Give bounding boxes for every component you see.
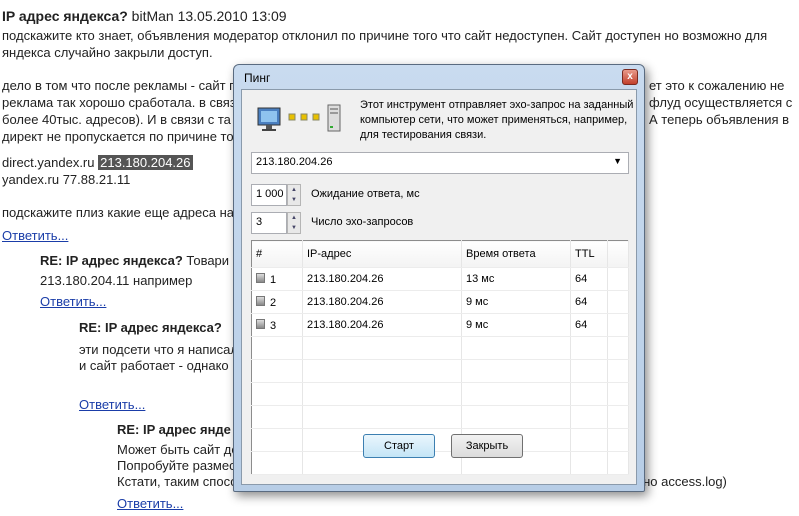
row-time: 9 мс	[461, 290, 571, 314]
count-value: 3	[256, 216, 263, 228]
results-table: # IP-адрес Время ответа TTL 1 213.180.204…	[251, 240, 629, 475]
close-icon[interactable]: x	[622, 69, 638, 85]
status-icon	[256, 295, 265, 306]
timeout-value: 1 000	[256, 188, 284, 200]
network-ping-icon	[257, 104, 341, 132]
count-stepper[interactable]: ▲ ▼	[287, 212, 301, 234]
reply-title: RE: IP адрес яндекса?	[40, 253, 183, 268]
post-meta: bitMan 13.05.2010 13:09	[131, 8, 287, 24]
post-header: IP адрес яндекса? bitMan 13.05.2010 13:0…	[2, 8, 287, 24]
post-text: реклама так хорошо сработала. в связ	[2, 95, 236, 110]
post-text: яндекса случайно закрыли доступ.	[2, 45, 213, 60]
post-text: более 40тыс. адресов). И в связи с та	[2, 112, 231, 127]
reply-text: эти подсети что я написал	[79, 342, 238, 357]
timeout-input[interactable]: 1 000	[251, 184, 287, 206]
dialog-title: Пинг	[244, 71, 271, 85]
reply-title: RE: IP адрес яндекса?	[79, 320, 222, 335]
empty-row	[251, 405, 629, 429]
table-header: # IP-адрес Время ответа TTL	[251, 240, 629, 268]
post-text: подскажите кто знает, объявления модерат…	[2, 28, 768, 43]
reply-text: Может быть сайт де	[117, 442, 239, 457]
post-text: direct.yandex.ru 213.180.204.26	[2, 155, 193, 171]
chevron-down-icon[interactable]: ▼	[613, 156, 622, 166]
empty-row	[251, 336, 629, 360]
post-text: yandex.ru 77.88.21.11	[2, 172, 131, 187]
count-input[interactable]: 3	[251, 212, 287, 234]
post-text: дело в том что после рекламы - сайт п	[2, 78, 237, 93]
reply-text: 213.180.204.11 например	[40, 273, 193, 288]
table-row[interactable]: 3 213.180.204.26 9 мс 64	[251, 313, 629, 337]
column-header-empty	[607, 240, 629, 268]
column-header[interactable]: TTL	[570, 240, 608, 268]
timeout-label: Ожидание ответа, мс	[311, 188, 420, 200]
reply-link[interactable]: Ответить...	[2, 228, 68, 244]
reply-meta: Товари	[182, 253, 230, 268]
row-ttl: 64	[570, 290, 608, 314]
reply-link[interactable]: Ответить...	[79, 397, 145, 413]
selected-ip[interactable]: 213.180.204.26	[98, 155, 193, 170]
row-ip: 213.180.204.26	[302, 313, 462, 337]
dialog-body: Этот инструмент отправляет эхо-запрос на…	[241, 89, 637, 485]
row-ip: 213.180.204.26	[302, 267, 462, 291]
empty-row	[251, 359, 629, 383]
row-ttl: 64	[570, 267, 608, 291]
row-ip: 213.180.204.26	[302, 290, 462, 314]
timeout-stepper[interactable]: ▲ ▼	[287, 184, 301, 206]
row-ttl: 64	[570, 313, 608, 337]
row-time: 9 мс	[461, 313, 571, 337]
status-icon	[256, 272, 265, 283]
ping-dialog: Пинг x Этот инструмент отправляет эхо-за…	[233, 64, 645, 492]
reply-text: Попробуйте размес	[117, 458, 236, 473]
host-name: direct.yandex.ru	[2, 155, 95, 170]
reply-text: и сайт работает - однако	[79, 358, 229, 373]
column-header[interactable]: #	[251, 240, 303, 268]
post-text: флуд осуществляется с	[649, 95, 793, 110]
host-value: 213.180.204.26	[256, 156, 333, 168]
close-button[interactable]: Закрыть	[451, 434, 523, 458]
status-icon	[256, 318, 265, 329]
host-combobox[interactable]: 213.180.204.26 ▼	[251, 152, 629, 174]
reply-title: RE: IP адрес янде	[117, 422, 231, 437]
row-time: 13 мс	[461, 267, 571, 291]
post-text: директ не пропускается по причине то	[2, 129, 234, 144]
column-header[interactable]: Время ответа	[461, 240, 571, 268]
column-header[interactable]: IP-адрес	[302, 240, 462, 268]
dialog-description: Этот инструмент отправляет эхо-запрос на…	[360, 99, 634, 141]
row-number: 3	[270, 319, 277, 332]
count-label: Число эхо-запросов	[311, 216, 414, 228]
reply-header: RE: IP адрес яндекса? Товари	[40, 253, 229, 269]
post-text: ет это к сожалению не	[649, 78, 785, 93]
table-row[interactable]: 2 213.180.204.26 9 мс 64	[251, 290, 629, 314]
empty-row	[251, 451, 629, 475]
reply-link[interactable]: Ответить...	[117, 496, 183, 512]
empty-row	[251, 382, 629, 406]
empty-row	[251, 428, 629, 452]
post-title: IP адрес яндекса?	[2, 8, 128, 24]
row-number: 2	[270, 296, 277, 309]
row-number: 1	[270, 273, 277, 286]
post-text: А теперь объявления в	[649, 112, 790, 127]
reply-link[interactable]: Ответить...	[40, 294, 106, 310]
table-row[interactable]: 1 213.180.204.26 13 мс 64	[251, 267, 629, 291]
start-button[interactable]: Старт	[363, 434, 435, 458]
post-text: подскажите плиз какие еще адреса на	[2, 205, 234, 220]
